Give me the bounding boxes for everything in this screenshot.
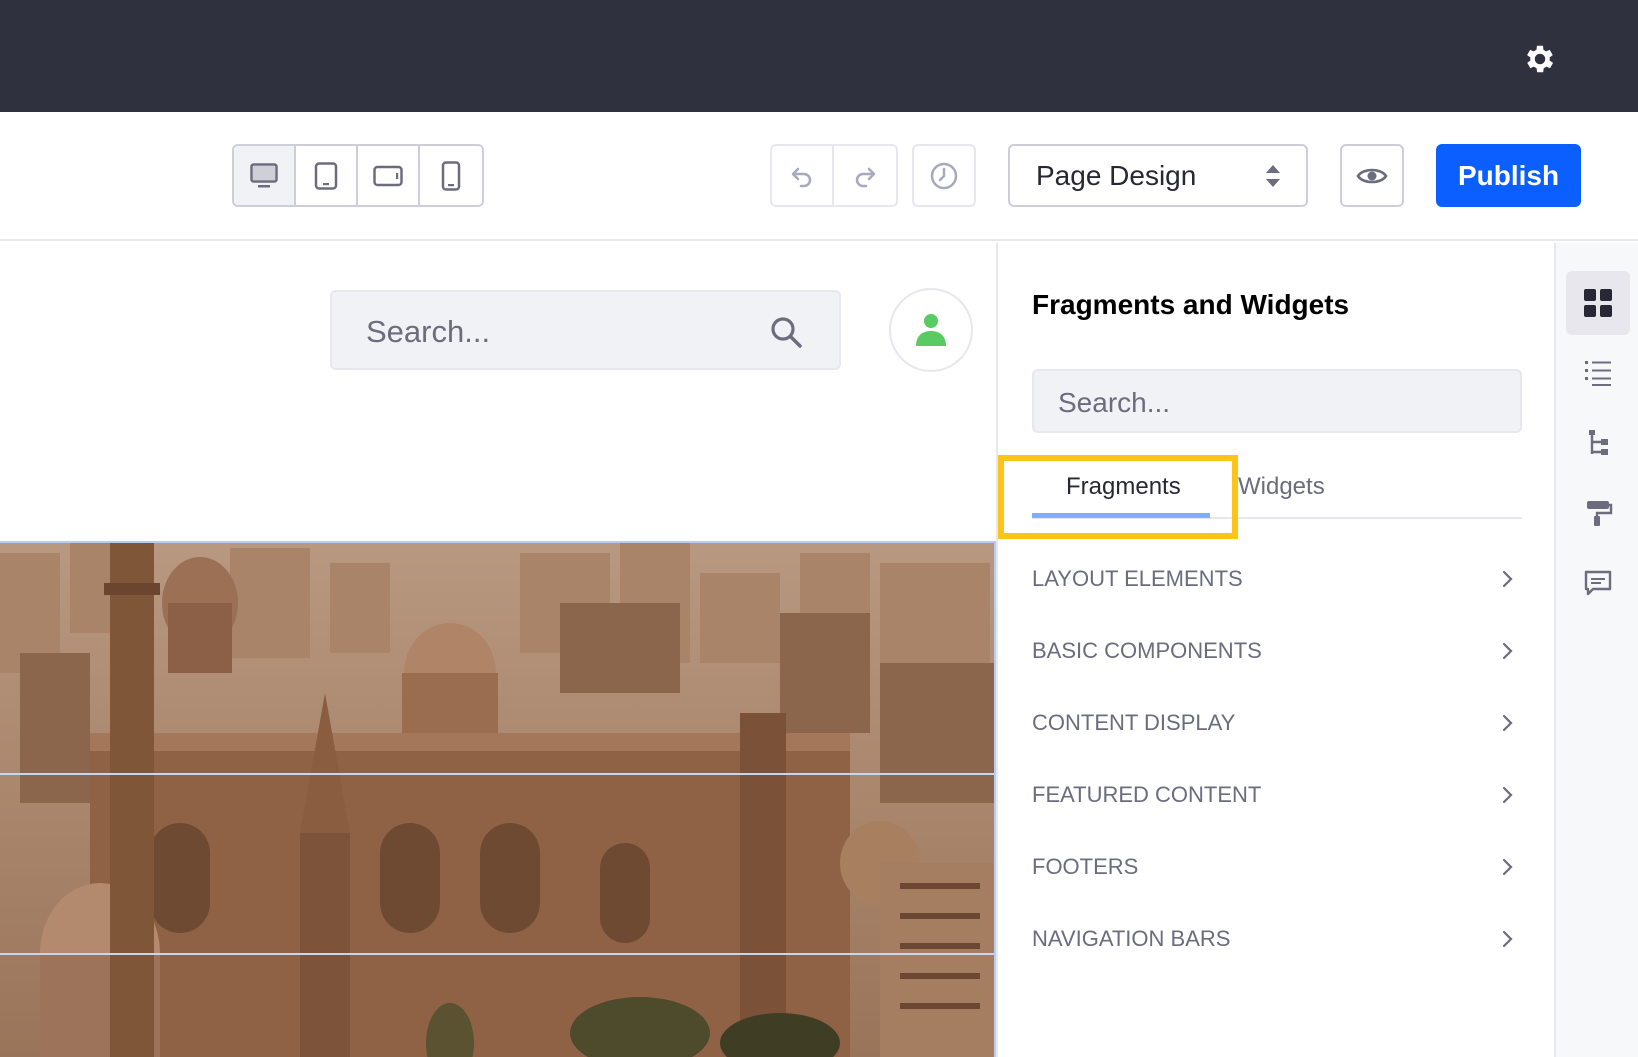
tree-icon <box>1589 430 1608 455</box>
top-bar <box>0 0 1638 112</box>
editor-toolbar: Page Design Publish <box>0 112 1638 241</box>
category-featured-content[interactable]: FEATURED CONTENT <box>1032 759 1522 831</box>
tab-widgets[interactable]: Widgets <box>1238 473 1325 501</box>
hero-image <box>0 541 996 1057</box>
redo-button[interactable] <box>834 146 896 205</box>
category-basic-components[interactable]: BASIC COMPONENTS <box>1032 615 1522 687</box>
undo-button[interactable] <box>772 146 834 205</box>
search-icon[interactable] <box>768 314 804 350</box>
panel-search-input[interactable]: Search... <box>1032 369 1522 433</box>
rail-browser-button[interactable] <box>1566 341 1630 405</box>
chevron-right-icon <box>1502 714 1513 732</box>
category-layout-elements[interactable]: LAYOUT ELEMENTS <box>1032 543 1522 615</box>
clock-icon <box>930 162 958 189</box>
portrait-phone-icon <box>441 160 461 191</box>
chevron-right-icon <box>1502 930 1513 948</box>
landscape-phone-view-button[interactable] <box>358 146 420 205</box>
category-footers[interactable]: FOOTERS <box>1032 831 1522 903</box>
eye-icon <box>1356 168 1388 183</box>
portrait-phone-view-button[interactable] <box>420 146 482 205</box>
sidebar-rail <box>1554 243 1638 1057</box>
user-avatar-button[interactable] <box>889 288 973 372</box>
gear-icon[interactable] <box>1522 41 1558 77</box>
desktop-icon <box>250 162 278 187</box>
site-search-placeholder: Search... <box>366 314 491 349</box>
redo-icon <box>855 167 876 187</box>
category-label: LAYOUT ELEMENTS <box>1032 566 1243 591</box>
chevron-right-icon <box>1502 642 1513 660</box>
page-canvas: Search... <box>0 243 996 1057</box>
category-label: FOOTERS <box>1032 854 1139 879</box>
chevron-right-icon <box>1502 858 1513 876</box>
category-navigation-bars[interactable]: NAVIGATION BARS <box>1032 903 1522 975</box>
category-label: BASIC COMPONENTS <box>1032 638 1262 663</box>
chevron-right-icon <box>1502 786 1513 804</box>
list-icon <box>1585 361 1611 386</box>
category-label: NAVIGATION BARS <box>1032 926 1231 951</box>
landscape-phone-icon <box>373 165 403 186</box>
tablet-icon <box>314 161 338 190</box>
paint-roller-icon <box>1587 501 1613 526</box>
publish-button[interactable]: Publish <box>1436 144 1581 207</box>
rail-comments-button[interactable] <box>1566 551 1630 615</box>
device-selector <box>232 144 484 207</box>
history-button[interactable] <box>912 144 976 207</box>
experience-select-value: Page Design <box>1036 159 1197 191</box>
experience-select[interactable]: Page Design <box>1008 144 1308 207</box>
desktop-view-button[interactable] <box>234 146 296 205</box>
user-icon <box>916 314 946 346</box>
rail-page-design-button[interactable] <box>1566 481 1630 545</box>
panel-title: Fragments and Widgets <box>1032 289 1350 320</box>
category-label: FEATURED CONTENT <box>1032 782 1262 807</box>
preview-button[interactable] <box>1340 144 1404 207</box>
site-search-bar[interactable]: Search... <box>330 290 841 370</box>
rail-page-structure-button[interactable] <box>1566 411 1630 475</box>
drop-guide-line <box>0 773 994 775</box>
caret-double-icon <box>1266 165 1280 187</box>
fragments-panel: Fragments and Widgets Search... Fragment… <box>996 243 1554 1057</box>
chevron-right-icon <box>1502 570 1513 588</box>
comment-icon <box>1584 570 1612 596</box>
highlight-box <box>998 455 1238 539</box>
grid-icon <box>1584 289 1612 317</box>
tablet-view-button[interactable] <box>296 146 358 205</box>
category-label: CONTENT DISPLAY <box>1032 710 1236 735</box>
category-list: LAYOUT ELEMENTS BASIC COMPONENTS CONTENT… <box>1032 543 1522 975</box>
undo-redo-group <box>770 144 898 207</box>
drop-guide-line <box>0 953 994 955</box>
rail-fragments-button[interactable] <box>1566 271 1630 335</box>
category-content-display[interactable]: CONTENT DISPLAY <box>1032 687 1522 759</box>
undo-icon <box>791 167 812 187</box>
